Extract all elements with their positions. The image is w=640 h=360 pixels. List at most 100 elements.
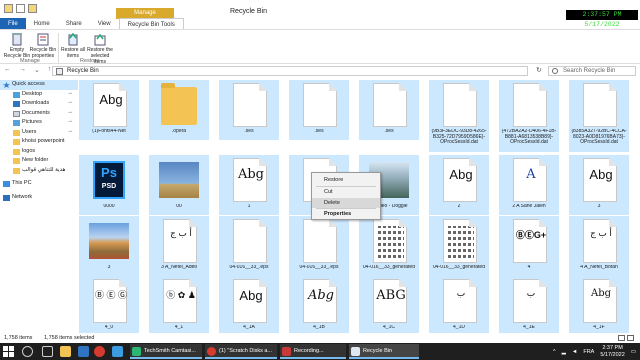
volume-icon[interactable]: ◄ xyxy=(572,349,577,355)
file-item[interactable]: 04-016__33_.eps xyxy=(219,216,279,276)
menu-item-delete[interactable]: Delete xyxy=(312,198,380,208)
nav-item-logos[interactable]: logos xyxy=(0,147,78,157)
file-item[interactable]: ABG 4_1C xyxy=(359,276,419,333)
window-title: Recycle Bin xyxy=(230,8,267,15)
file-item[interactable]: Abg 1 xyxy=(219,155,279,215)
task-view-icon[interactable] xyxy=(42,346,53,357)
file-item[interactable]: .ses xyxy=(289,80,349,140)
back-button[interactable]: ← xyxy=(4,66,11,74)
font-preview: ب xyxy=(456,288,466,298)
file-label: 3 A_Nefel_Adeti xyxy=(161,265,197,270)
file-item[interactable]: Abg (1)Fonts44-Net xyxy=(79,80,139,140)
folder-icon xyxy=(13,139,20,145)
notifications-icon[interactable]: ▭ xyxy=(631,349,636,355)
file-item[interactable]: {8385A327-92BC-4CCA-8023-A0D81976BA73}-O… xyxy=(569,80,629,152)
taskbar-app-camtasia[interactable]: TechSmith Camtasi... xyxy=(130,344,202,359)
folder-icon xyxy=(13,167,20,174)
file-item[interactable]: ب 4_1E xyxy=(499,276,559,333)
photoshop-taskbar-icon[interactable] xyxy=(112,346,123,357)
file-label: 2 xyxy=(457,204,461,209)
search-icon[interactable] xyxy=(22,346,33,357)
store-icon[interactable] xyxy=(78,346,89,357)
large-icons-view-icon[interactable] xyxy=(627,335,634,341)
restore-all-items-button[interactable]: Restore all items xyxy=(58,32,88,59)
file-item[interactable]: .ses xyxy=(359,80,419,140)
nav-quick-access-label: Quick access xyxy=(12,81,45,87)
file-item[interactable]: Ⓑ Ⓔ Ⓖ 4_0 xyxy=(79,276,139,333)
file-item[interactable]: 04-016__33_generated xyxy=(359,216,419,276)
ps-glyph: Ps xyxy=(101,165,117,180)
file-item[interactable]: ⓑ ✿ ♟ 4_1 xyxy=(149,276,209,333)
file-label: 04-016__33_generated xyxy=(433,265,485,270)
tab-recycle-bin-tools[interactable]: Recycle Bin Tools xyxy=(118,18,184,29)
file-item[interactable]: Ps PSD 0000 xyxy=(79,155,139,215)
refresh-button[interactable]: ↻ xyxy=(536,66,542,74)
nav-item-desktop[interactable]: Desktop ⊸ xyxy=(0,90,78,100)
nav-this-pc[interactable]: This PC xyxy=(0,179,78,189)
recording-icon xyxy=(282,347,291,356)
tray-overflow-button[interactable]: ^ xyxy=(553,349,556,355)
nav-item-users[interactable]: Users ⊸ xyxy=(0,128,78,138)
menu-item-cut[interactable]: Cut xyxy=(312,187,380,197)
file-explorer-icon[interactable] xyxy=(60,346,71,357)
properties-icon[interactable] xyxy=(16,4,25,13)
up-button[interactable]: ↑ xyxy=(48,66,52,74)
file-icon xyxy=(583,83,617,127)
nav-item-documents[interactable]: Documents ⊸ xyxy=(0,109,78,119)
file-item[interactable]: 00 xyxy=(149,155,209,215)
new-folder-icon[interactable] xyxy=(28,4,37,13)
recent-locations-button[interactable]: ⌄ xyxy=(34,66,40,74)
opera-icon[interactable] xyxy=(94,346,105,357)
file-item[interactable]: ⒷⒺG+ 4 xyxy=(499,216,559,276)
menu-item-properties[interactable]: Properties xyxy=(312,209,380,219)
file-label: 00 xyxy=(176,204,182,209)
nav-quick-access[interactable]: Quick access xyxy=(0,80,78,90)
file-item[interactable]: .opera xyxy=(149,80,209,140)
file-item[interactable]: Abg 4_1A xyxy=(219,276,279,333)
file-item[interactable]: Abg 4_1B xyxy=(289,276,349,333)
nav-item-new-folder[interactable]: New folder xyxy=(0,156,78,166)
file-item[interactable]: Abg 4_1F xyxy=(569,276,629,333)
file-item[interactable]: {9B3F3EDC-93D8-4265-B325-72D7959D586E}-O… xyxy=(429,80,489,152)
taskbar-app-recycle-bin[interactable]: Recycle Bin xyxy=(349,344,419,359)
file-item[interactable]: .ses xyxy=(219,80,279,140)
nav-item-khoisi-powerpoint[interactable]: khoisi powerpoint xyxy=(0,137,78,147)
file-item[interactable]: 04-016__33_generated xyxy=(429,216,489,276)
file-item[interactable]: {472BA2A2-D406-4F1B-B881-A6813538B89}-OP… xyxy=(499,80,559,152)
file-item[interactable]: 3 xyxy=(79,216,139,276)
taskbar-app-recording[interactable]: Recording... xyxy=(280,344,346,359)
file-item[interactable]: Abg 3 xyxy=(569,155,629,215)
search-input[interactable]: Search Recycle Bin xyxy=(548,66,636,76)
language-indicator[interactable]: FRA xyxy=(583,349,594,355)
context-menu: Restore Cut Delete Properties xyxy=(311,172,381,220)
windows-start-icon[interactable] xyxy=(3,346,14,357)
nav-network[interactable]: Network xyxy=(0,193,78,203)
nav-item-pictures[interactable]: Pictures ⊸ xyxy=(0,118,78,128)
taskbar-clock[interactable]: 2:37 PM 5/17/2022 xyxy=(600,345,624,359)
file-item[interactable]: Abg 2 xyxy=(429,155,489,215)
file-item[interactable]: A 2 A Sane Jaleh xyxy=(499,155,559,215)
network-icon[interactable]: ▂ xyxy=(562,349,566,355)
taskbar-app-browser[interactable]: (1) "Scratch Disks a... xyxy=(205,344,277,359)
details-view-icon[interactable] xyxy=(618,335,625,341)
recycle-bin-properties-button[interactable]: Recycle Bin properties xyxy=(28,32,58,59)
file-item[interactable]: 04-016__33_.eps xyxy=(289,216,349,276)
pictures-icon xyxy=(13,120,20,126)
font-file-icon: ب xyxy=(443,279,477,323)
ribbon: Empty Recycle Bin Recycle Bin properties… xyxy=(0,30,640,65)
forward-button[interactable]: → xyxy=(19,66,26,74)
tab-share[interactable]: Share xyxy=(58,18,90,29)
file-item[interactable]: ب 4_1D xyxy=(429,276,489,333)
address-field[interactable]: Recycle Bin xyxy=(52,66,528,76)
file-label: 4 A_Nefel_Botan xyxy=(580,265,618,270)
tab-view[interactable]: View xyxy=(90,18,119,29)
file-item[interactable]: أ ب ج 3 A_Nefel_Adeti xyxy=(149,216,209,276)
nav-item-arabic-folder[interactable]: هدية للتناهي قوالب xyxy=(0,166,78,176)
file-icon xyxy=(303,83,337,127)
tab-home[interactable]: Home xyxy=(26,18,58,29)
menu-item-restore[interactable]: Restore xyxy=(312,175,380,185)
folder-icon[interactable] xyxy=(4,4,13,13)
tab-file[interactable]: File xyxy=(0,18,26,29)
nav-item-downloads[interactable]: Downloads ⊸ xyxy=(0,99,78,109)
file-item[interactable]: أ ب ج 4 A_Nefel_Botan xyxy=(569,216,629,276)
